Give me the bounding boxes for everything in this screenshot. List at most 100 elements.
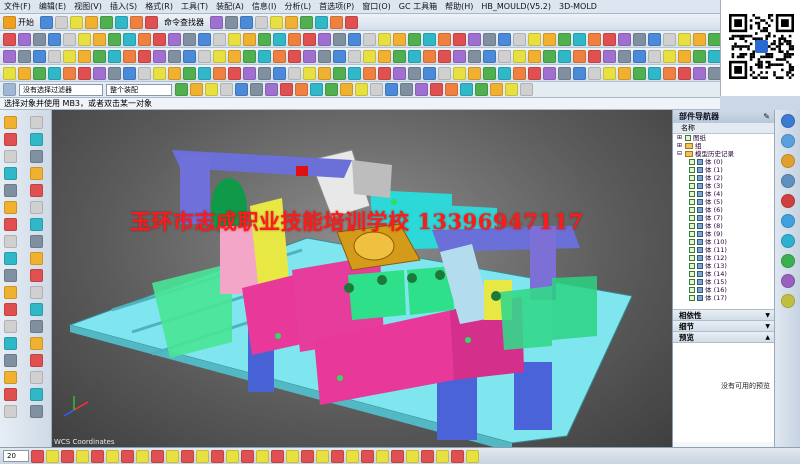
snap-icon[interactable] (505, 83, 518, 96)
tool-icon[interactable] (663, 66, 676, 80)
tree-node-body[interactable]: 体 (1) (673, 166, 774, 174)
menu-information[interactable]: 信息(I) (252, 1, 277, 12)
tool-icon[interactable] (543, 66, 556, 80)
tool-icon[interactable] (618, 49, 631, 63)
check-icon[interactable] (689, 183, 695, 189)
tool-icon[interactable] (513, 32, 526, 46)
tool-icon[interactable] (483, 66, 496, 80)
tool-icon[interactable] (138, 66, 151, 80)
tool-icon[interactable] (318, 66, 331, 80)
tool-icon[interactable] (168, 49, 181, 63)
tool-icon[interactable] (153, 49, 166, 63)
tree-node-body[interactable]: 体 (13) (673, 262, 774, 270)
tool-icon[interactable] (228, 32, 241, 46)
snap-icon[interactable] (355, 83, 368, 96)
tool-icon[interactable] (273, 32, 286, 46)
snap-icon[interactable] (460, 83, 473, 96)
tool-icon[interactable] (18, 49, 31, 63)
tool-icon[interactable] (438, 49, 451, 63)
tool-icon[interactable] (498, 66, 511, 80)
tree-node-body[interactable]: 体 (10) (673, 238, 774, 246)
tool-icon[interactable] (558, 49, 571, 63)
navigator-tree[interactable]: ⊞ 图纸 ⊞ 组 ⊟ 模型历史记录 体 (0) 体 (1) 体 (2) 体 (3) 体 … (673, 134, 774, 309)
view-tool-icon[interactable] (4, 269, 17, 282)
menu-window[interactable]: 窗口(O) (362, 1, 391, 12)
tool-icon[interactable] (528, 32, 541, 46)
tool-icon[interactable] (363, 66, 376, 80)
tool-icon[interactable] (438, 32, 451, 46)
tool-icon[interactable] (333, 66, 346, 80)
tool-icon[interactable] (361, 449, 374, 463)
tool-icon[interactable] (468, 49, 481, 63)
menu-hb-mould[interactable]: HB_MOULD(V5.2) (481, 2, 551, 11)
view-tool-icon[interactable] (4, 354, 17, 367)
tool-icon[interactable] (93, 49, 106, 63)
tree-node-body[interactable]: 体 (17) (673, 294, 774, 302)
snap-icon[interactable] (190, 83, 203, 96)
tool-icon[interactable] (63, 32, 76, 46)
view-tool-icon[interactable] (30, 388, 43, 401)
tool-icon[interactable] (130, 15, 143, 29)
tool-icon[interactable] (378, 66, 391, 80)
view-tool-icon[interactable] (4, 252, 17, 265)
system-scenes-icon[interactable] (780, 294, 795, 308)
tool-icon[interactable] (513, 49, 526, 63)
view-tool-icon[interactable] (30, 133, 43, 146)
tool-icon[interactable] (213, 49, 226, 63)
menu-3d-mold[interactable]: 3D-MOLD (559, 2, 597, 11)
tool-icon[interactable] (241, 449, 254, 463)
tool-icon[interactable] (108, 49, 121, 63)
tool-icon[interactable] (393, 32, 406, 46)
menu-edit[interactable]: 编辑(E) (39, 1, 66, 12)
tool-icon[interactable] (243, 66, 256, 80)
tool-icon[interactable] (693, 66, 706, 80)
zoom-select[interactable]: 20 (3, 450, 29, 462)
tool-icon[interactable] (603, 49, 616, 63)
tree-node-body[interactable]: 体 (7) (673, 214, 774, 222)
tool-icon[interactable] (226, 449, 239, 463)
tool-icon[interactable] (270, 15, 283, 29)
tool-icon[interactable] (466, 449, 479, 463)
menu-insert[interactable]: 插入(S) (110, 1, 137, 12)
tree-node-body[interactable]: 体 (11) (673, 246, 774, 254)
view-tool-icon[interactable] (4, 337, 17, 350)
tool-icon[interactable] (543, 32, 556, 46)
tree-node-group[interactable]: ⊞ 组 (673, 142, 774, 150)
check-icon[interactable] (689, 239, 695, 245)
tool-icon[interactable] (123, 32, 136, 46)
tool-icon[interactable] (228, 49, 241, 63)
selection-scope-select[interactable]: 整个装配 (106, 83, 172, 96)
snap-icon[interactable] (370, 83, 383, 96)
check-icon[interactable] (689, 167, 695, 173)
tree-node-body[interactable]: 体 (14) (673, 270, 774, 278)
tool-icon[interactable] (648, 32, 661, 46)
tool-icon[interactable] (301, 449, 314, 463)
tool-icon[interactable] (663, 49, 676, 63)
tool-icon[interactable] (573, 49, 586, 63)
view-tool-icon[interactable] (30, 167, 43, 180)
tool-icon[interactable] (153, 32, 166, 46)
tool-icon[interactable] (588, 32, 601, 46)
tree-node-body[interactable]: 体 (15) (673, 278, 774, 286)
tool-icon[interactable] (348, 66, 361, 80)
tool-icon[interactable] (258, 66, 271, 80)
reuse-library-icon[interactable] (780, 174, 795, 188)
tool-icon[interactable] (3, 66, 16, 80)
snap-icon[interactable] (265, 83, 278, 96)
command-finder-button[interactable]: 命令查找器 (164, 17, 204, 28)
tool-icon[interactable] (618, 66, 631, 80)
snap-icon[interactable] (205, 83, 218, 96)
graphics-window[interactable]: 玉环市志成职业技能培训学校 13396947117 WCS Coordinate… (52, 110, 672, 447)
preview-panel-header[interactable]: 预览 ▲ (673, 331, 774, 342)
view-tool-icon[interactable] (30, 150, 43, 163)
tool-icon[interactable] (18, 66, 31, 80)
tool-icon[interactable] (108, 66, 121, 80)
tool-icon[interactable] (333, 49, 346, 63)
view-tool-icon[interactable] (30, 405, 43, 418)
tool-icon[interactable] (85, 15, 98, 29)
view-tool-icon[interactable] (4, 320, 17, 333)
pin-icon[interactable]: ✎ (763, 110, 770, 123)
tool-icon[interactable] (603, 66, 616, 80)
tool-icon[interactable] (453, 32, 466, 46)
tool-icon[interactable] (183, 49, 196, 63)
